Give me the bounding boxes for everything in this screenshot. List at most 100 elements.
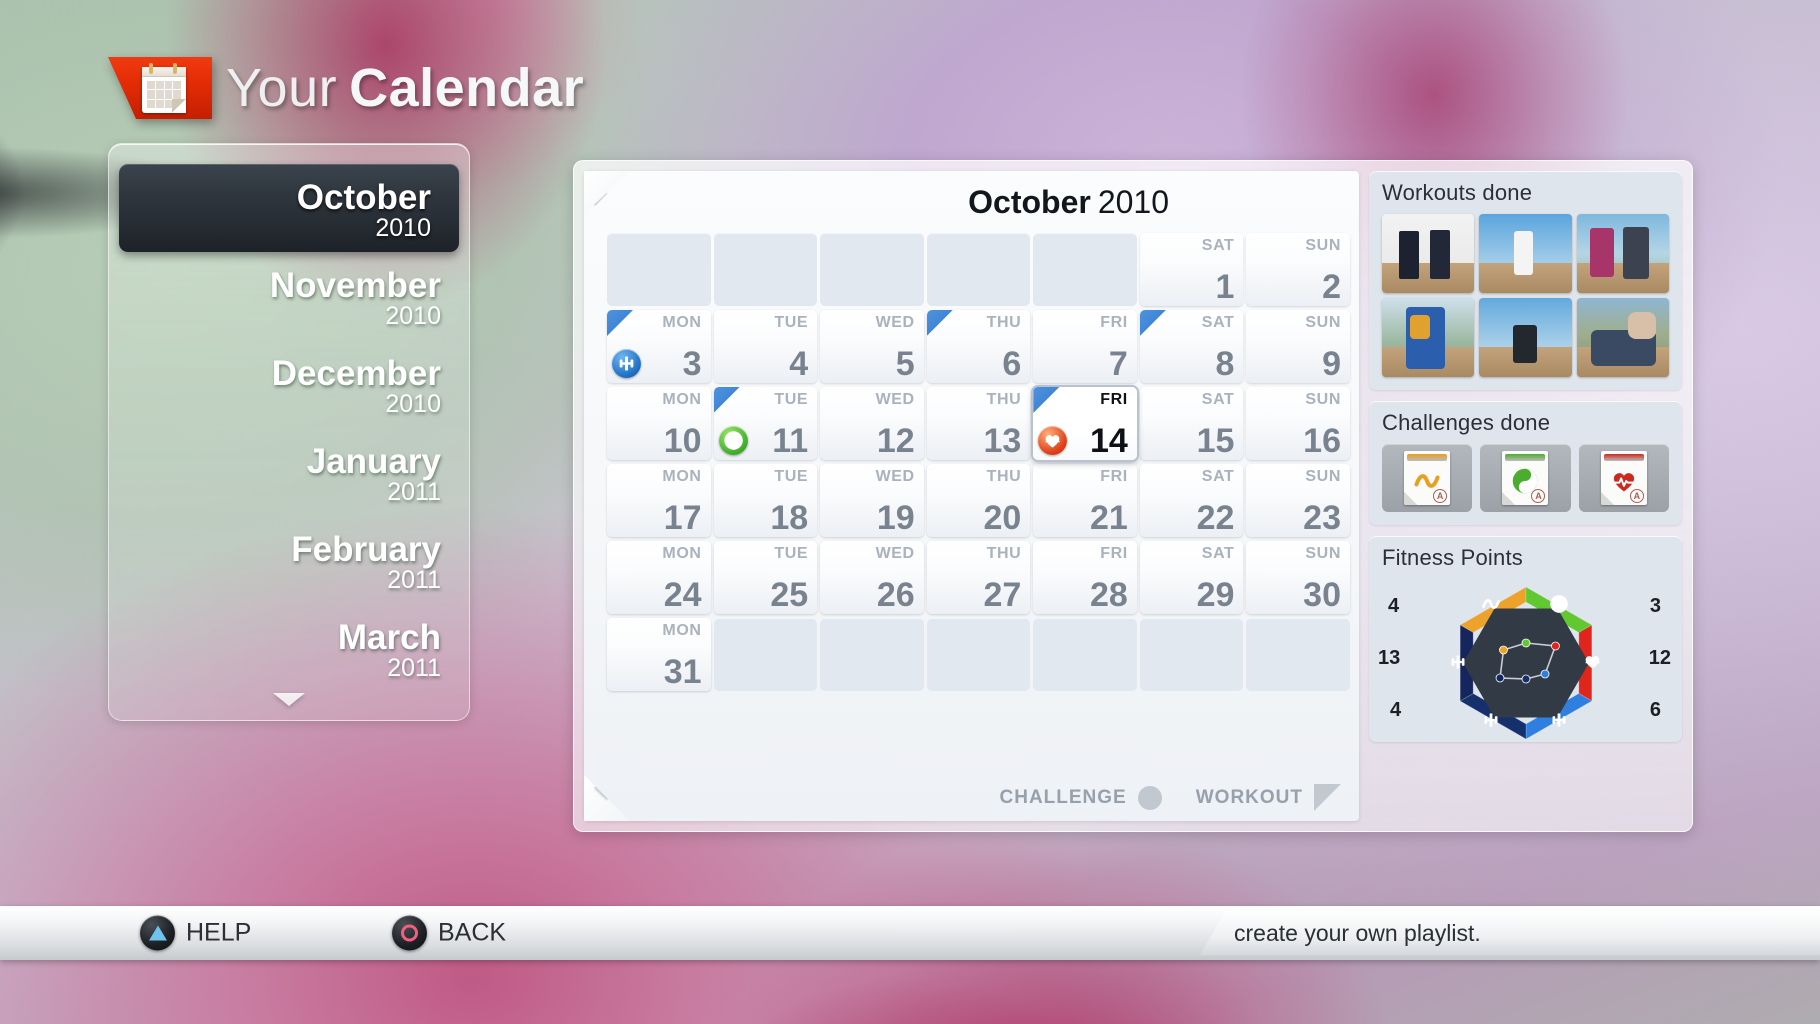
calendar-day-6[interactable]: THU 6	[926, 310, 1031, 383]
hexagon-data-point	[1521, 638, 1530, 648]
sidebar-month-october[interactable]: October 2010	[119, 164, 459, 252]
calendar-day-number: 19	[876, 499, 915, 537]
calendar-day-number: 14	[1090, 422, 1128, 460]
sidebar-month-january[interactable]: January 2011	[109, 428, 469, 516]
calendar-day-1[interactable]: SAT 1	[1139, 233, 1244, 306]
fitness-points-value-bottom-right: 6	[1649, 699, 1661, 721]
triangle-flag-icon	[1314, 784, 1341, 811]
sidebar-month-year: 2010	[375, 213, 431, 242]
workout-thumbnail[interactable]	[1382, 214, 1475, 293]
calendar-day-14[interactable]: FRI 14	[1033, 387, 1137, 460]
calendar-year: 2010	[1097, 184, 1169, 220]
calendar-day-18[interactable]: TUE 18	[713, 464, 818, 537]
calendar-day-number: 3	[682, 345, 702, 383]
prev-month-fold[interactable]	[584, 171, 630, 217]
calendar-day-30[interactable]: SUN 30	[1246, 541, 1350, 614]
fitness-points-card: Fitness Points 4 3 12 6 4 13	[1369, 536, 1682, 742]
fitness-points-value-top-left: 4	[1388, 595, 1400, 617]
help-button[interactable]: HELP	[140, 915, 252, 951]
calendar-day-weekday: FRI	[1100, 314, 1128, 331]
calendar-day-17[interactable]: MON 17	[607, 464, 711, 537]
calendar-day-5[interactable]: WED 5	[820, 310, 924, 383]
calendar-day-28[interactable]: FRI 28	[1033, 541, 1137, 614]
calendar-day-weekday: SAT	[1201, 314, 1235, 331]
circle-icon	[1137, 785, 1162, 810]
calendar-day-10[interactable]: MON 10	[607, 387, 711, 460]
calendar-day-8[interactable]: SAT 8	[1139, 310, 1244, 383]
sidebar-month-name: January	[306, 441, 441, 481]
wave-icon: A	[1404, 451, 1451, 505]
help-label: HELP	[186, 918, 252, 947]
page-title: Your Calendar	[108, 57, 584, 119]
calendar-cell-empty	[926, 233, 1031, 306]
calendar-cell-empty	[1246, 618, 1350, 691]
fold-down-arrow-icon	[594, 787, 620, 799]
calendar-day-number: 9	[1322, 345, 1341, 383]
dumbbell-icon	[1548, 710, 1570, 732]
calendar-panel: October 2010 SAT 1 SUN 2 MON 3 TUE 4 WED 5 THU 6 FRI 7…	[573, 160, 1693, 832]
dumbbell-icon	[1447, 652, 1469, 674]
sidebar-month-december[interactable]: December 2010	[109, 340, 469, 428]
calendar-day-26[interactable]: WED 26	[820, 541, 924, 614]
calendar-day-number: 25	[770, 576, 809, 614]
back-button[interactable]: BACK	[392, 915, 506, 951]
sidebar-month-year: 2010	[385, 389, 441, 418]
workout-thumbnail[interactable]	[1382, 298, 1475, 377]
workout-thumbnail[interactable]	[1576, 214, 1669, 293]
calendar-day-24[interactable]: MON 24	[607, 541, 711, 614]
legend-workout: WORKOUT	[1196, 784, 1341, 811]
fitness-points-value-bottom-left: 4	[1390, 699, 1402, 721]
calendar-day-3[interactable]: MON 3	[607, 310, 711, 383]
calendar-day-27[interactable]: THU 27	[926, 541, 1031, 614]
next-month-fold[interactable]	[584, 775, 630, 821]
calendar-day-number: 4	[789, 345, 809, 383]
calendar-cell-empty	[1033, 618, 1137, 691]
workout-thumbnail[interactable]	[1479, 214, 1572, 293]
challenge-tile[interactable]: A	[1578, 444, 1669, 512]
calendar-day-25[interactable]: TUE 25	[713, 541, 818, 614]
chevron-down-icon[interactable]	[273, 693, 305, 706]
calendar-day-number: 18	[770, 499, 809, 537]
sidebar-month-february[interactable]: February 2011	[109, 516, 469, 604]
workout-thumbnail[interactable]	[1576, 298, 1669, 377]
calendar-day-7[interactable]: FRI 7	[1033, 310, 1137, 383]
calendar-day-15[interactable]: SAT 15	[1139, 387, 1244, 460]
calendar-day-number: 2	[1322, 268, 1341, 306]
calendar-cell-empty	[713, 233, 818, 306]
calendar-day-weekday: SUN	[1305, 237, 1341, 254]
calendar-day-2[interactable]: SUN 2	[1246, 233, 1350, 306]
challenge-tile[interactable]: A	[1382, 444, 1473, 512]
calendar-day-23[interactable]: SUN 23	[1246, 464, 1350, 537]
calendar-day-weekday: MON	[662, 622, 702, 639]
calendar-day-12[interactable]: WED 12	[820, 387, 924, 460]
calendar-day-29[interactable]: SAT 29	[1139, 541, 1244, 614]
calendar-day-weekday: SAT	[1201, 391, 1235, 408]
workout-thumbnail[interactable]	[1479, 298, 1572, 377]
calendar-day-13[interactable]: THU 13	[926, 387, 1031, 460]
bottom-action-bar: HELP BACK create your own playlist.	[0, 906, 1820, 960]
calendar-day-31[interactable]: MON 31	[607, 618, 711, 691]
calendar-day-11[interactable]: TUE 11	[713, 387, 818, 460]
calendar-day-22[interactable]: SAT 22	[1139, 464, 1244, 537]
calendar-day-weekday: MON	[662, 468, 702, 485]
calendar-day-weekday: TUE	[774, 314, 809, 331]
fold-up-arrow-icon	[594, 193, 620, 205]
sidebar-month-november[interactable]: November 2010	[109, 252, 469, 340]
hexagon-data-point	[1550, 641, 1560, 651]
calendar-day-4[interactable]: TUE 4	[713, 310, 818, 383]
calendar-day-19[interactable]: WED 19	[820, 464, 924, 537]
hexagon-data-point	[1540, 669, 1549, 679]
calendar-cell-empty	[607, 233, 711, 306]
workouts-done-card: Workouts done	[1369, 171, 1682, 390]
dumbbell-icon	[1481, 710, 1503, 732]
month-sidebar[interactable]: October 2010 November 2010 December 2010 Janua…	[108, 143, 470, 721]
calendar-day-weekday: TUE	[774, 468, 809, 485]
calendar-day-21[interactable]: FRI 21	[1033, 464, 1137, 537]
calendar-day-20[interactable]: THU 20	[926, 464, 1031, 537]
calendar-day-9[interactable]: SUN 9	[1246, 310, 1350, 383]
page-title-light: Your	[226, 58, 338, 118]
page-title-bold: Calendar	[349, 58, 585, 118]
sidebar-month-march[interactable]: March 2011	[109, 604, 469, 692]
challenge-tile[interactable]: A	[1480, 444, 1571, 512]
calendar-day-16[interactable]: SUN 16	[1246, 387, 1350, 460]
